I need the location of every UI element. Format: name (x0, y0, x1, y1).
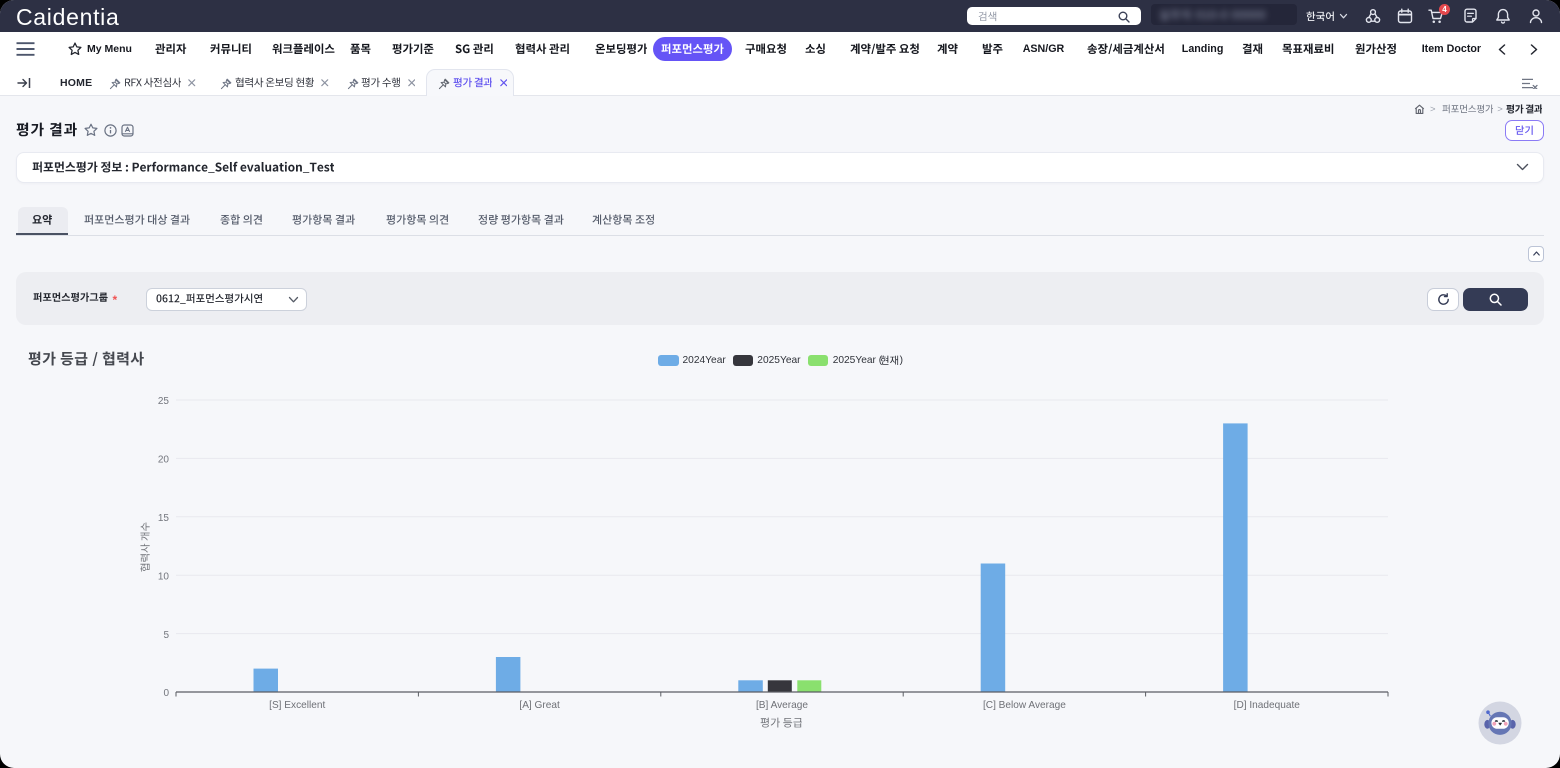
svg-text:[B] Average: [B] Average (756, 700, 808, 711)
svg-text:25: 25 (158, 396, 170, 407)
svg-text:10: 10 (158, 571, 170, 582)
svg-text:20: 20 (158, 455, 170, 466)
svg-text:15: 15 (158, 513, 170, 524)
svg-text:[A] Great: [A] Great (519, 700, 560, 711)
svg-text:[S] Excellent: [S] Excellent (269, 700, 325, 711)
svg-text:[D] Inadequate: [D] Inadequate (1234, 700, 1301, 711)
svg-text:5: 5 (163, 630, 169, 641)
svg-text:[C] Below Average: [C] Below Average (983, 700, 1066, 711)
svg-text:0: 0 (163, 688, 169, 699)
